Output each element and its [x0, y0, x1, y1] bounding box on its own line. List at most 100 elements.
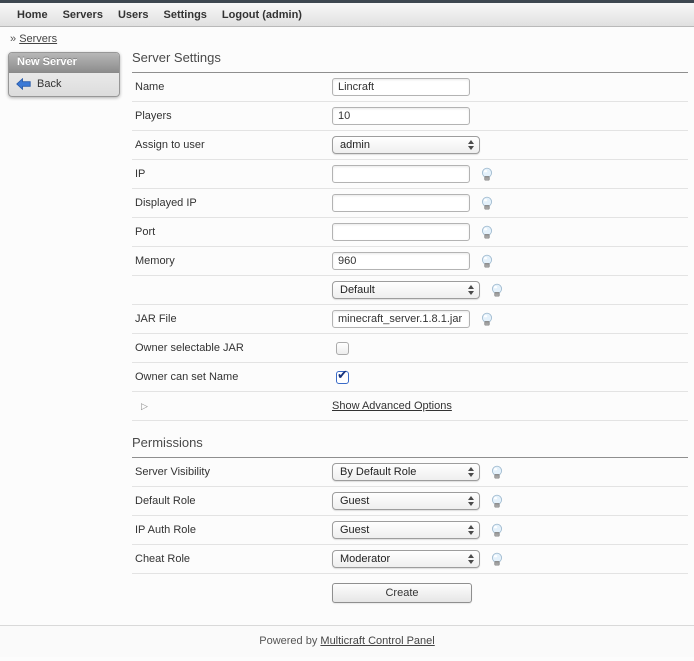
- permissions-title: Permissions: [132, 435, 688, 458]
- form-row-jar-file: JAR File: [132, 305, 688, 334]
- select-arrows-icon: [468, 496, 474, 506]
- nav-item-users[interactable]: Users: [118, 9, 149, 21]
- select-arrows-icon: [468, 285, 474, 295]
- content: Server Settings Name Players Assign to use…: [132, 48, 694, 609]
- form-row-show-advanced-options: ▷Show Advanced Options: [132, 392, 688, 421]
- footer: Powered by Multicraft Control Panel: [0, 625, 694, 657]
- form-row-default-preset: Default: [132, 276, 688, 305]
- button-row: Create: [132, 574, 688, 609]
- help-bulb-icon[interactable]: [480, 312, 494, 327]
- cheat-role-select[interactable]: Moderator: [332, 550, 480, 568]
- server-settings-title: Server Settings: [132, 50, 688, 73]
- field-label-name: Name: [132, 81, 332, 93]
- help-bulb-icon[interactable]: [480, 254, 494, 269]
- field-control-port: [332, 223, 688, 241]
- default-preset-select[interactable]: Default: [332, 281, 480, 299]
- help-bulb-icon[interactable]: [480, 167, 494, 182]
- name-input[interactable]: [332, 78, 470, 96]
- breadcrumb: » Servers: [0, 27, 694, 48]
- show-advanced-options-link[interactable]: Show Advanced Options: [332, 400, 452, 412]
- field-control-jar-file: [332, 310, 688, 328]
- form-row-cheat-role: Cheat Role Moderator: [132, 545, 688, 574]
- select-arrows-icon: [468, 525, 474, 535]
- form-row-port: Port: [132, 218, 688, 247]
- field-label-displayed-ip: Displayed IP: [132, 197, 332, 209]
- create-button[interactable]: Create: [332, 583, 472, 603]
- back-label: Back: [37, 78, 61, 90]
- field-control-players: [332, 107, 688, 125]
- server-settings-form: Name Players Assign to user admin IP Displaye…: [132, 73, 688, 421]
- main-layout: New Server Back Server Settings Name Play…: [0, 48, 694, 609]
- checkmark-icon: ✔: [337, 367, 348, 383]
- breadcrumb-link-servers[interactable]: Servers: [19, 33, 57, 45]
- field-control-displayed-ip: [332, 194, 688, 212]
- field-label-assign-to-user: Assign to user: [132, 139, 332, 151]
- jar-file-input[interactable]: [332, 310, 470, 328]
- field-label-ip: IP: [132, 168, 332, 180]
- memory-input[interactable]: [332, 252, 470, 270]
- select-arrows-icon: [468, 554, 474, 564]
- form-row-assign-to-user: Assign to user admin: [132, 131, 688, 160]
- field-label-cheat-role: Cheat Role: [132, 553, 332, 565]
- field-label-jar-file: JAR File: [132, 313, 332, 325]
- form-row-server-visibility: Server VisibilityBy Default Role: [132, 458, 688, 487]
- field-control-default-preset: Default: [332, 281, 688, 299]
- field-label-port: Port: [132, 226, 332, 238]
- field-control-name: [332, 78, 688, 96]
- field-control-owner-can-set-name: ✔: [332, 371, 688, 384]
- help-bulb-icon[interactable]: [480, 196, 494, 211]
- select-arrows-icon: [468, 140, 474, 150]
- help-bulb-icon[interactable]: [490, 494, 504, 509]
- sidebar: New Server Back: [0, 48, 132, 97]
- field-label-players: Players: [132, 110, 332, 122]
- sidebar-title: New Server: [9, 53, 119, 73]
- back-button[interactable]: Back: [9, 73, 119, 96]
- help-bulb-icon[interactable]: [480, 225, 494, 240]
- footer-text: Powered by: [259, 635, 317, 647]
- ip-auth-role-select[interactable]: Guest: [332, 521, 480, 539]
- field-control-server-visibility: By Default Role: [332, 463, 688, 481]
- field-control-ip-auth-role: Guest: [332, 521, 688, 539]
- nav-item-logout-admin[interactable]: Logout (admin): [222, 9, 302, 21]
- players-input[interactable]: [332, 107, 470, 125]
- breadcrumb-symbol: »: [10, 33, 16, 45]
- owner-can-set-name-checkbox[interactable]: ✔: [336, 371, 349, 384]
- form-row-ip-auth-role: IP Auth RoleGuest: [132, 516, 688, 545]
- help-bulb-icon[interactable]: [490, 283, 504, 298]
- field-control-show-advanced-options: Show Advanced Options: [332, 400, 688, 412]
- server-visibility-select-value: By Default Role: [340, 466, 468, 478]
- field-control-assign-to-user: admin: [332, 136, 688, 154]
- default-role-select[interactable]: Guest: [332, 492, 480, 510]
- nav-item-servers[interactable]: Servers: [63, 9, 103, 21]
- owner-selectable-jar-checkbox[interactable]: [336, 342, 349, 355]
- disclosure-triangle-icon: ▷: [132, 400, 332, 412]
- nav-item-home[interactable]: Home: [17, 9, 48, 21]
- form-row-displayed-ip: Displayed IP: [132, 189, 688, 218]
- select-arrows-icon: [468, 467, 474, 477]
- form-row-owner-can-set-name: Owner can set Name ✔: [132, 363, 688, 392]
- form-row-memory: Memory: [132, 247, 688, 276]
- help-bulb-icon[interactable]: [490, 552, 504, 567]
- back-arrow-icon: [16, 78, 31, 90]
- cheat-role-select-value: Moderator: [340, 553, 468, 565]
- help-bulb-icon[interactable]: [490, 465, 504, 480]
- server-visibility-select[interactable]: By Default Role: [332, 463, 480, 481]
- field-control-cheat-role: Moderator: [332, 550, 688, 568]
- field-label-owner-selectable-jar: Owner selectable JAR: [132, 342, 332, 354]
- form-row-name: Name: [132, 73, 688, 102]
- nav-item-settings[interactable]: Settings: [164, 9, 207, 21]
- form-row-ip: IP: [132, 160, 688, 189]
- assign-to-user-select[interactable]: admin: [332, 136, 480, 154]
- default-preset-select-value: Default: [340, 284, 468, 296]
- field-control-memory: [332, 252, 688, 270]
- field-control-default-role: Guest: [332, 492, 688, 510]
- displayed-ip-input[interactable]: [332, 194, 470, 212]
- assign-to-user-select-value: admin: [340, 139, 468, 151]
- ip-input[interactable]: [332, 165, 470, 183]
- help-bulb-icon[interactable]: [490, 523, 504, 538]
- field-label-owner-can-set-name: Owner can set Name: [132, 371, 332, 383]
- footer-link-multicraft[interactable]: Multicraft Control Panel: [320, 635, 434, 647]
- ip-auth-role-select-value: Guest: [340, 524, 468, 536]
- form-row-owner-selectable-jar: Owner selectable JAR: [132, 334, 688, 363]
- port-input[interactable]: [332, 223, 470, 241]
